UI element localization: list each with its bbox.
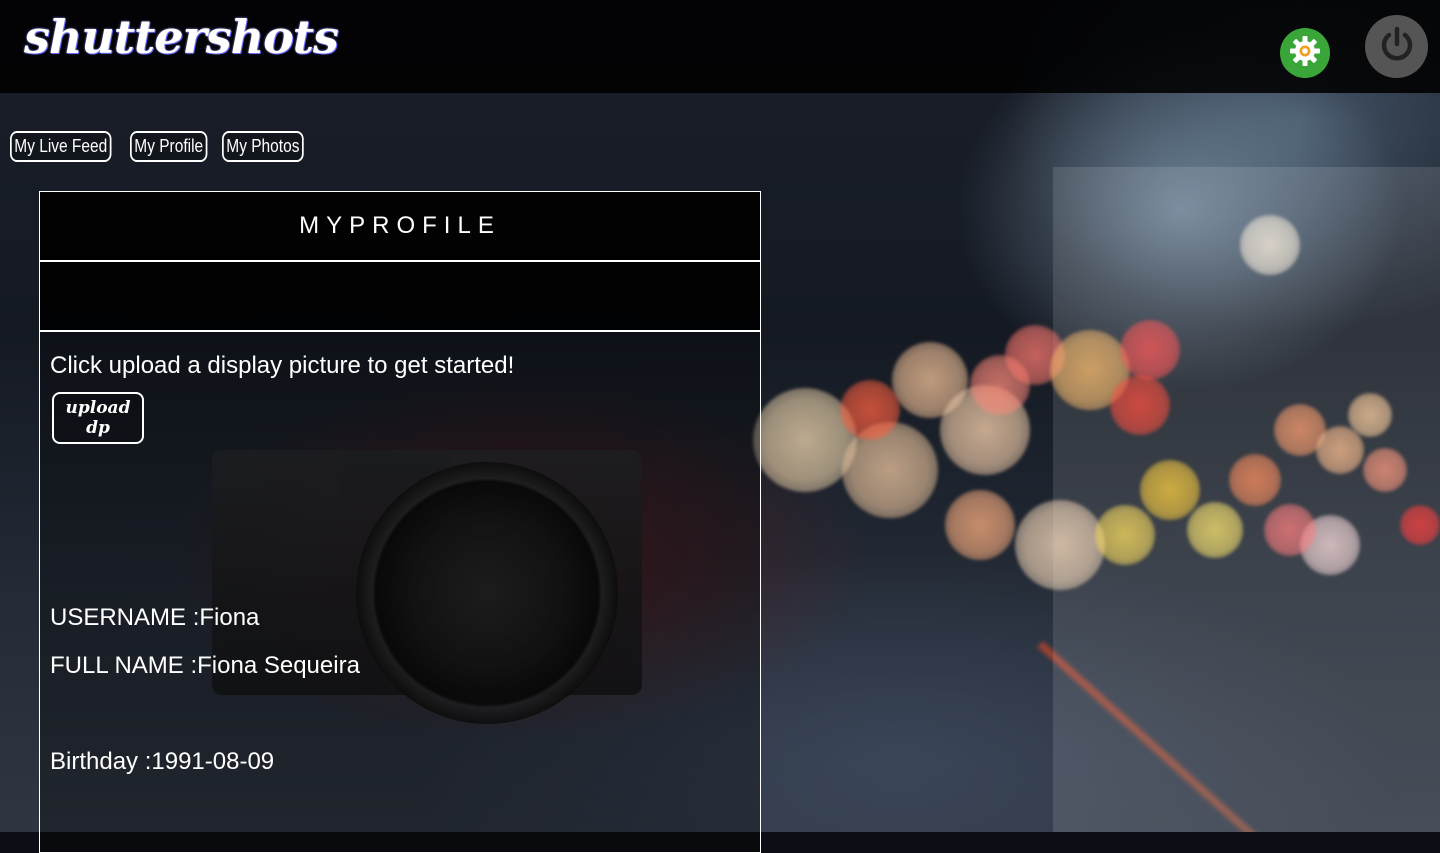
fullname-row: FULL NAME :Fiona Sequeira [50,652,360,680]
nav-my-profile[interactable]: My Profile [130,131,208,162]
bokeh-light [1015,500,1105,590]
username-label: USERNAME : [50,604,200,631]
bokeh-light [1363,448,1407,492]
birthday-label: Birthday : [50,748,152,775]
bokeh-light [1240,215,1300,275]
bokeh-light [945,490,1015,560]
power-icon [1377,24,1417,69]
fullname-value: Fiona Sequeira [197,652,360,679]
main-nav: My Live Feed My Profile My Photos [10,131,305,162]
nav-my-live-feed[interactable]: My Live Feed [10,131,112,162]
bokeh-light [1229,454,1281,506]
upload-prompt: Click upload a display picture to get st… [50,352,515,379]
top-header: shuttershots [0,0,1440,93]
bokeh-light [1400,505,1440,545]
profile-subheader [40,262,760,332]
username-value: Fiona [199,604,260,631]
bokeh-light [1187,502,1243,558]
fullname-label: FULL NAME : [50,652,198,679]
app-logo[interactable]: shuttershots [24,10,339,64]
profile-panel: MYPROFILE Click upload a display picture… [39,191,761,853]
upload-dp-button[interactable]: upload dp [52,392,144,444]
bokeh-light [1140,460,1200,520]
power-button[interactable] [1365,15,1428,78]
gear-icon [1288,34,1322,73]
profile-title: MYPROFILE [40,192,760,262]
username-row: USERNAME :Fiona [50,604,259,632]
nav-my-photos[interactable]: My Photos [222,131,304,162]
bokeh-light [1110,375,1170,435]
settings-button[interactable] [1280,28,1330,78]
birthday-value: 1991-08-09 [151,748,275,775]
bokeh-light [1348,393,1392,437]
bokeh-light [1120,320,1180,380]
bokeh-light [1095,505,1155,565]
bokeh-light [840,380,900,440]
bokeh-light [1264,504,1316,556]
birthday-row: Birthday :1991-08-09 [50,748,274,776]
